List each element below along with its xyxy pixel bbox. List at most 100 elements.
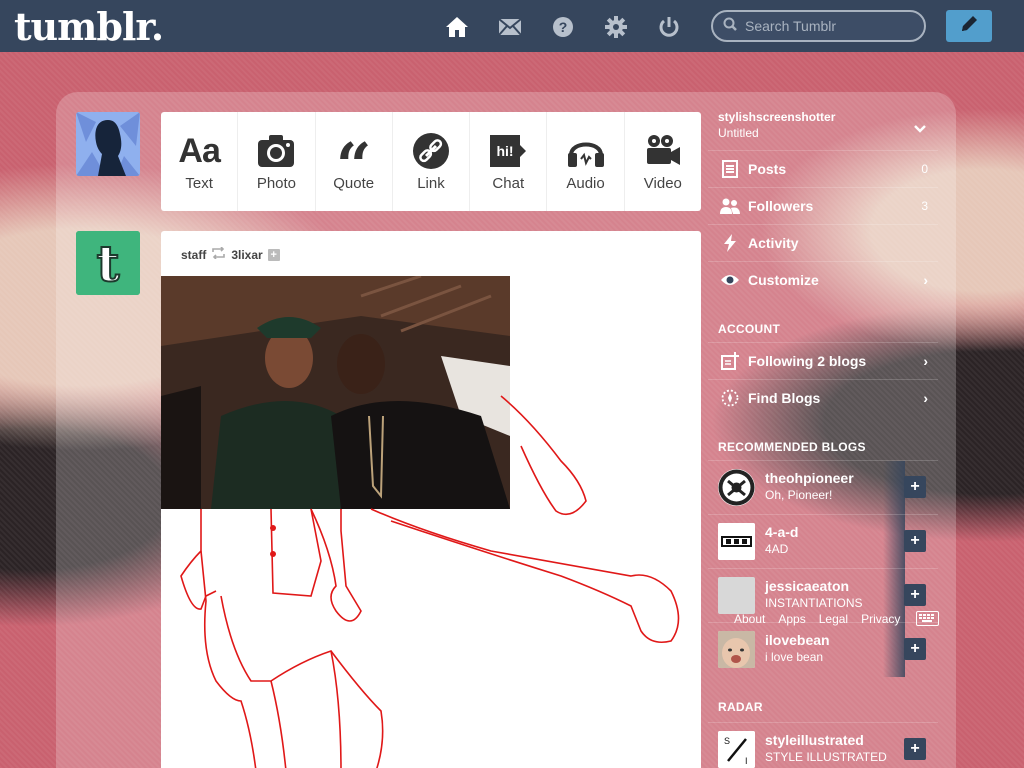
- post-type-photo[interactable]: Photo: [238, 112, 316, 211]
- people-icon: [718, 198, 742, 214]
- link-icon: [412, 131, 450, 171]
- blog-name: stylishscreenshotter: [718, 110, 836, 124]
- footer-link-privacy[interactable]: Privacy: [861, 612, 900, 626]
- post-type-quote[interactable]: “ Quote: [316, 112, 393, 211]
- compass-icon: [718, 389, 742, 407]
- sidebar-item-activity[interactable]: Activity: [708, 224, 938, 261]
- dashboard-post: staff 3lixar +: [161, 231, 701, 768]
- sidebar-item-label: Activity: [748, 235, 799, 251]
- post-type-link[interactable]: Link: [393, 112, 471, 211]
- followers-count: 3: [921, 199, 928, 213]
- blog-title: STYLE ILLUSTRATED: [765, 750, 887, 764]
- keyboard-icon[interactable]: [916, 611, 939, 626]
- search-input[interactable]: [745, 18, 915, 34]
- blog-title: 4AD: [765, 542, 789, 556]
- chevron-right-icon: ›: [923, 390, 928, 406]
- recommended-blog[interactable]: theohpioneer Oh, Pioneer! +: [708, 460, 938, 515]
- eye-icon: [718, 273, 742, 287]
- blog-avatar: [718, 523, 755, 560]
- video-camera-icon: [644, 131, 682, 171]
- tumblr-logo[interactable]: tumblr.: [14, 4, 164, 49]
- post-type-label: Quote: [333, 175, 375, 192]
- follow-button[interactable]: +: [904, 584, 926, 606]
- post-type-label: Video: [643, 175, 682, 192]
- gear-icon[interactable]: [603, 14, 629, 40]
- compose-button[interactable]: [946, 10, 992, 42]
- post-type-video[interactable]: Video: [625, 112, 701, 211]
- camera-icon: [257, 131, 295, 171]
- post-type-chat[interactable]: hi! Chat: [470, 112, 548, 211]
- home-icon[interactable]: [444, 14, 470, 40]
- post-type-label: Chat: [492, 175, 525, 192]
- blog-name: theohpioneer: [765, 470, 854, 486]
- chevron-right-icon: ›: [923, 272, 928, 288]
- user-avatar[interactable]: [76, 112, 140, 176]
- sidebar-item-find-blogs[interactable]: Find Blogs ›: [708, 379, 938, 416]
- footer-link-about[interactable]: About: [734, 612, 765, 626]
- sidebar-item-label: Following 2 blogs: [748, 353, 867, 369]
- blog-avatar: SI: [718, 731, 755, 768]
- footer-links: About Apps Legal Privacy: [734, 612, 914, 626]
- post-type-audio[interactable]: Audio: [547, 112, 625, 211]
- power-icon[interactable]: [656, 14, 682, 40]
- radar-heading: RADAR: [718, 700, 763, 714]
- blog-title: INSTANTIATIONS: [765, 596, 863, 610]
- sidebar-item-following[interactable]: Following 2 blogs ›: [708, 342, 938, 379]
- red-line-drawing: [180, 395, 680, 768]
- blog-title: Oh, Pioneer!: [765, 488, 833, 502]
- blog-title: i love bean: [765, 650, 824, 664]
- blog-name: styleillustrated: [765, 732, 864, 748]
- tumblr-staff-avatar[interactable]: t: [76, 231, 140, 295]
- blog-name: jessicaeaton: [765, 578, 850, 594]
- follow-button[interactable]: +: [904, 476, 926, 498]
- lightning-icon: [718, 234, 742, 252]
- search-box[interactable]: [711, 10, 926, 42]
- help-icon[interactable]: ?: [550, 14, 576, 40]
- sidebar-item-followers[interactable]: Followers 3: [708, 187, 938, 224]
- recommended-blog[interactable]: ilovebean i love bean +: [708, 622, 938, 677]
- recommended-blog[interactable]: 4-a-d 4AD +: [708, 514, 938, 569]
- mail-icon[interactable]: [497, 14, 523, 40]
- post-type-label: Photo: [256, 175, 297, 192]
- text-icon: Aa: [178, 131, 220, 170]
- svg-text:hi!: hi!: [497, 143, 514, 159]
- pencil-icon: [958, 13, 980, 40]
- recommended-heading: RECOMMENDED BLOGS: [718, 440, 866, 454]
- blog-selector[interactable]: stylishscreenshotter Untitled: [718, 110, 835, 140]
- sidebar-item-customize[interactable]: Customize ›: [708, 261, 938, 298]
- sidebar-item-posts[interactable]: Posts 0: [708, 150, 938, 187]
- sidebar-item-label: Customize: [748, 272, 819, 288]
- post-type-text[interactable]: Aa Text: [161, 112, 239, 211]
- post-type-label: Text: [185, 175, 213, 192]
- follow-button[interactable]: +: [904, 638, 926, 660]
- footer-link-apps[interactable]: Apps: [778, 612, 805, 626]
- account-heading: ACCOUNT: [718, 322, 781, 336]
- sidebar-item-label: Followers: [748, 198, 814, 214]
- blog-avatar: [718, 577, 755, 614]
- chevron-down-icon[interactable]: [914, 120, 926, 138]
- post-type-bar: Aa Text Photo “ Quote Link hi! Chat Audi…: [161, 112, 701, 211]
- blog-avatar: [718, 469, 755, 506]
- blog-name: 4-a-d: [765, 524, 799, 540]
- document-icon: [718, 160, 742, 178]
- blog-name: ilovebean: [765, 632, 830, 648]
- posts-count: 0: [921, 162, 928, 176]
- follow-button[interactable]: +: [904, 738, 926, 760]
- row-shade: [883, 515, 905, 569]
- svg-text:?: ?: [559, 19, 568, 35]
- row-shade: [883, 461, 905, 515]
- svg-text:S: S: [724, 736, 730, 746]
- footer-link-legal[interactable]: Legal: [819, 612, 848, 626]
- post-type-label: Audio: [566, 175, 605, 192]
- row-shade: [883, 623, 905, 677]
- top-bar: tumblr. ?: [0, 0, 1024, 52]
- svg-text:I: I: [745, 756, 748, 766]
- radar-blog[interactable]: SI styleillustrated STYLE ILLUSTRATED +: [708, 722, 938, 768]
- chat-icon: hi!: [488, 131, 528, 171]
- quote-icon: “: [335, 135, 372, 175]
- sidebar-item-label: Posts: [748, 161, 787, 177]
- follow-button[interactable]: +: [904, 530, 926, 552]
- add-user-icon: [718, 352, 742, 370]
- svg-text:t: t: [96, 234, 119, 293]
- post-type-label: Link: [417, 175, 445, 192]
